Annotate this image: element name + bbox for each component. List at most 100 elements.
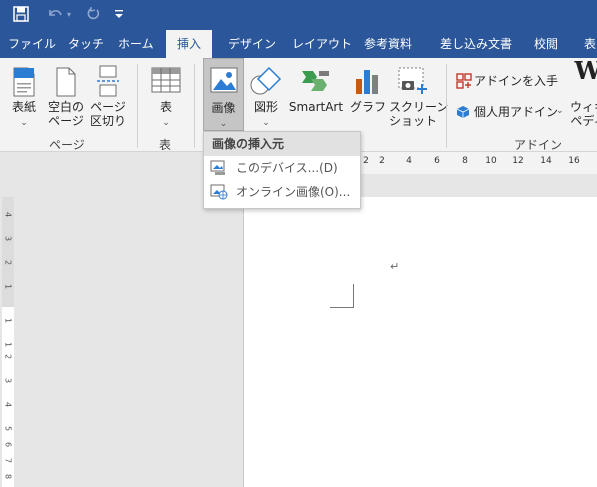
pictures-button[interactable]: 画像 ⌄ — [203, 58, 244, 131]
ruler-number: 10 — [485, 156, 497, 166]
undo-icon[interactable] — [44, 3, 66, 25]
get-addins-button[interactable]: アドインを入手 — [454, 71, 560, 93]
shapes-icon — [250, 66, 282, 99]
title-bar: ▾ — [0, 0, 597, 30]
shapes-label: 図形 — [253, 100, 278, 114]
ruler-number: 2 — [3, 353, 13, 360]
group-separator — [194, 64, 195, 148]
chart-icon — [354, 67, 382, 98]
ruler-number: 4 — [3, 401, 13, 408]
addins-group-label: アドイン — [514, 138, 563, 152]
shapes-button[interactable]: 図形 ⌄ — [247, 58, 285, 134]
chevron-down-icon: ⌄ — [262, 118, 270, 128]
cover-page-icon — [11, 67, 37, 100]
blank-page-label-1: 空白の — [47, 100, 84, 114]
tab-home[interactable]: ホーム — [118, 30, 154, 58]
ruler-number: 3 — [3, 235, 13, 242]
vertical-ruler[interactable]: 4 3 2 1 1 1 2 3 4 5 6 7 8 — [0, 197, 16, 487]
device-icon — [210, 160, 228, 176]
ribbon-tabs: ファイル タッチ ホーム 挿入 デザイン レイアウト 参考資料 差し込み文書 校… — [0, 30, 597, 58]
cube-icon — [456, 105, 470, 122]
chart-button[interactable]: グラフ — [349, 58, 387, 134]
tab-table[interactable]: 表 — [584, 30, 596, 58]
chevron-down-icon: ⌄ — [162, 118, 170, 128]
cover-page-label: 表紙 — [11, 100, 36, 114]
ruler-number: 4 — [3, 211, 13, 218]
tab-design[interactable]: デザイン — [228, 30, 276, 58]
ruler-number: 1 — [3, 283, 13, 290]
table-button[interactable]: 表 ⌄ — [146, 58, 186, 134]
online-picture-icon — [210, 184, 228, 200]
cover-page-button[interactable]: 表紙 ⌄ — [4, 58, 44, 134]
tab-touch[interactable]: タッチ — [68, 30, 104, 58]
ruler-number: 16 — [568, 156, 580, 166]
wikipedia-button[interactable]: W ウィキ ペディ — [568, 58, 597, 134]
screenshot-label-1: スクリーン — [389, 100, 449, 114]
ruler-number: 1 — [3, 341, 13, 348]
blank-page-label-2: ページ — [48, 114, 84, 128]
page-margin-corner — [330, 284, 354, 308]
chevron-down-icon: ⌄ — [20, 118, 28, 128]
ruler-number: 5 — [3, 425, 13, 432]
online-pictures-menu-item[interactable]: オンライン画像(O)... — [204, 180, 360, 204]
smartart-button[interactable]: SmartArt — [287, 58, 345, 134]
store-icon — [456, 73, 472, 92]
page-break-icon — [95, 65, 121, 100]
tab-file[interactable]: ファイル — [8, 30, 56, 58]
smartart-label: SmartArt — [288, 100, 344, 114]
group-separator — [137, 64, 138, 148]
ruler-number: 6 — [3, 441, 13, 448]
page-break-label-2: 区切り — [89, 114, 126, 128]
insert-picture-dropdown: 画像の挿入元 このデバイス...(D) オンライン画像(O)... — [203, 131, 361, 209]
this-device-label: このデバイス...(D) — [236, 161, 338, 175]
table-label: 表 — [159, 100, 172, 114]
tab-review[interactable]: 校閲 — [534, 30, 558, 58]
wikipedia-icon: W — [574, 56, 597, 85]
redo-icon[interactable] — [82, 3, 104, 25]
ruler-number: 2 — [379, 156, 385, 166]
tab-insert[interactable]: 挿入 — [166, 30, 213, 58]
screenshot-label-2: ショット — [389, 114, 438, 128]
ruler-number: 2 — [363, 156, 369, 166]
chevron-down-icon: ⌄ — [556, 106, 564, 116]
pictures-label: 画像 — [211, 101, 236, 115]
my-addins-button[interactable]: 個人用アドイン ⌄ — [454, 102, 566, 124]
customize-icon[interactable] — [112, 3, 126, 25]
tab-references[interactable]: 参考資料 — [364, 30, 412, 58]
ruler-number: 12 — [512, 156, 524, 166]
ruler-number: 6 — [434, 156, 440, 166]
page-break-button[interactable]: ページ 区切り — [88, 58, 128, 134]
blank-page-button[interactable]: 空白の ページ — [46, 58, 86, 134]
chevron-down-icon: ⌄ — [219, 119, 228, 129]
page-break-label-1: ページ — [90, 100, 126, 114]
my-addins-label: 個人用アドイン — [474, 105, 559, 119]
tab-layout[interactable]: レイアウト — [292, 30, 352, 58]
chart-label: グラフ — [349, 100, 386, 114]
tab-mailings[interactable]: 差し込み文書 — [440, 30, 512, 58]
smartart-icon — [301, 69, 331, 96]
paragraph-mark: ↵ — [390, 260, 400, 273]
group-separator — [446, 64, 447, 148]
dropdown-header: 画像の挿入元 — [204, 132, 360, 156]
document-page[interactable]: ↵ — [243, 197, 597, 487]
online-pictures-label: オンライン画像(O)... — [236, 185, 351, 199]
this-device-menu-item[interactable]: このデバイス...(D) — [204, 156, 360, 180]
wikipedia-label-1: ウィキ — [569, 100, 597, 114]
undo-dropdown-icon[interactable]: ▾ — [64, 3, 74, 25]
ruler-number: 3 — [3, 377, 13, 384]
screenshot-button[interactable]: スクリーン ショット — [389, 58, 449, 134]
ruler-number: 4 — [406, 156, 412, 166]
get-addins-label: アドインを入手 — [474, 74, 559, 88]
picture-icon — [210, 67, 238, 96]
ruler-number: 14 — [540, 156, 552, 166]
ruler-number: 7 — [3, 457, 13, 464]
blank-page-icon — [54, 67, 78, 100]
screenshot-icon — [398, 67, 428, 98]
ruler-number: 8 — [3, 473, 13, 480]
ruler-number: 2 — [3, 259, 13, 266]
save-icon[interactable] — [10, 3, 32, 25]
wikipedia-label-2: ペディ — [570, 114, 597, 128]
ruler-number: 8 — [462, 156, 468, 166]
pages-group-label: ページ — [49, 138, 85, 152]
ruler-number: 1 — [3, 317, 13, 324]
